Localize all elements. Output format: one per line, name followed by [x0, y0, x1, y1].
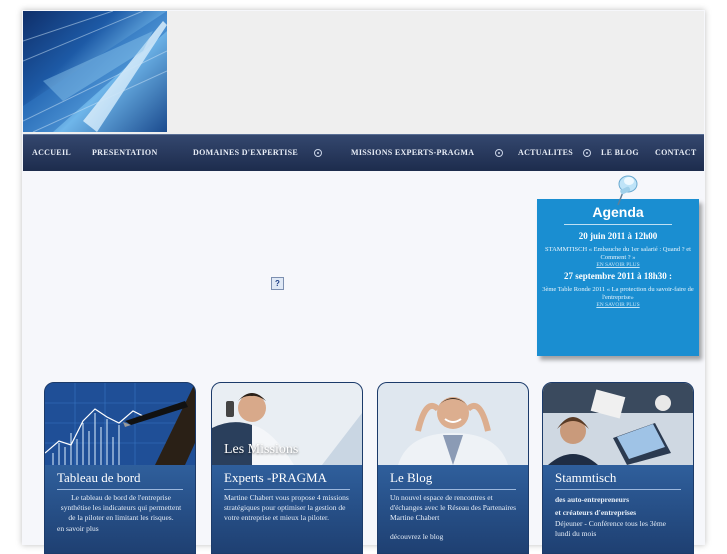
stock-chart-image — [45, 383, 195, 465]
push-pin-icon — [617, 175, 638, 206]
agenda-more-link[interactable]: EN SAVOIR PLUS — [537, 302, 699, 308]
card-more-link[interactable]: en savoir plus — [57, 524, 185, 534]
nav-le-blog[interactable]: LE BLOG — [601, 148, 639, 157]
card-description: Un nouvel espace de rencontres et d'écha… — [390, 493, 518, 542]
card-blog[interactable]: Le Blog Un nouvel espace de rencontres e… — [377, 382, 529, 554]
nav-accueil[interactable]: ACCUEIL — [32, 148, 71, 157]
main-nav: ACCUEIL PRESENTATION DOMAINES D'EXPERTIS… — [23, 134, 704, 171]
agenda-event-date: 27 septembre 2011 à 18h30 : — [563, 271, 673, 281]
meeting-laptop-image — [543, 383, 693, 465]
nav-contact[interactable]: CONTACT — [655, 148, 697, 157]
card-subtitle-line: des auto-entrepreneurs — [555, 495, 630, 504]
agenda-panel: Agenda 20 juin 2011 à 12h00 STAMMTISCH «… — [537, 199, 699, 356]
card-title: Le Blog — [390, 470, 433, 485]
card-title: Stammtisch — [555, 470, 617, 485]
card-text-blog: Un nouvel espace de rencontres et d'écha… — [390, 493, 517, 523]
card-divider — [555, 489, 681, 490]
agenda-event-text: STAMMTISCH « Embauche du 1er salarié : Q… — [545, 246, 691, 261]
relaxed-man-image — [378, 383, 528, 465]
card-text-missions: Martine Chabert vous propose 4 missions … — [224, 493, 349, 523]
card-divider — [390, 489, 516, 490]
card-more-link[interactable]: découvrez le blog — [390, 532, 518, 542]
agenda-event-date: 20 juin 2011 à 12h00 — [578, 231, 658, 241]
card-text-stammtisch: Déjeuner - Conférence tous les 3ème lund… — [555, 519, 666, 539]
card-text-tableau: Le tableau de bord de l'entreprise synth… — [60, 493, 182, 523]
card-stammtisch[interactable]: Stammtisch des auto-entrepreneurs et cré… — [542, 382, 694, 554]
agenda-event-text: 3ème Table Ronde 2011 « La protection du… — [542, 286, 694, 301]
nav-domaines-expertise[interactable]: DOMAINES D'EXPERTISE — [193, 148, 298, 157]
card-divider — [57, 489, 183, 490]
card-overlay-title: Les Missions — [224, 442, 299, 457]
card-description: Le tableau de bord de l'entreprise synth… — [57, 493, 185, 534]
nav-missions[interactable]: MISSIONS EXPERTS-PRAGMA — [351, 148, 474, 157]
logo-graphic — [23, 11, 167, 132]
card-tableau-de-bord[interactable]: Tableau de bord Le tableau de bord de l'… — [44, 382, 196, 554]
card-divider — [224, 489, 350, 490]
agenda-divider — [564, 224, 672, 225]
card-subtitle-line: et créateurs d'entreprises — [555, 508, 637, 517]
agenda-more-link[interactable]: EN SAVOIR PLUS — [537, 262, 699, 268]
nav-bullet-icon — [583, 149, 591, 157]
card-title: Experts -PRAGMA — [224, 470, 327, 485]
agenda-title: Agenda — [592, 204, 644, 220]
site-logo[interactable] — [23, 11, 167, 132]
missing-plugin-icon[interactable]: ? — [271, 277, 284, 290]
nav-actualites[interactable]: ACTUALITES — [518, 148, 573, 157]
card-missions[interactable]: Les Missions Experts -PRAGMA Martine Cha… — [211, 382, 363, 554]
nav-presentation[interactable]: PRESENTATION — [92, 148, 158, 157]
card-description: des auto-entrepreneurs et créateurs d'en… — [555, 493, 683, 539]
nav-bullet-icon — [495, 149, 503, 157]
nav-bullet-icon — [314, 149, 322, 157]
card-title: Tableau de bord — [57, 470, 141, 485]
